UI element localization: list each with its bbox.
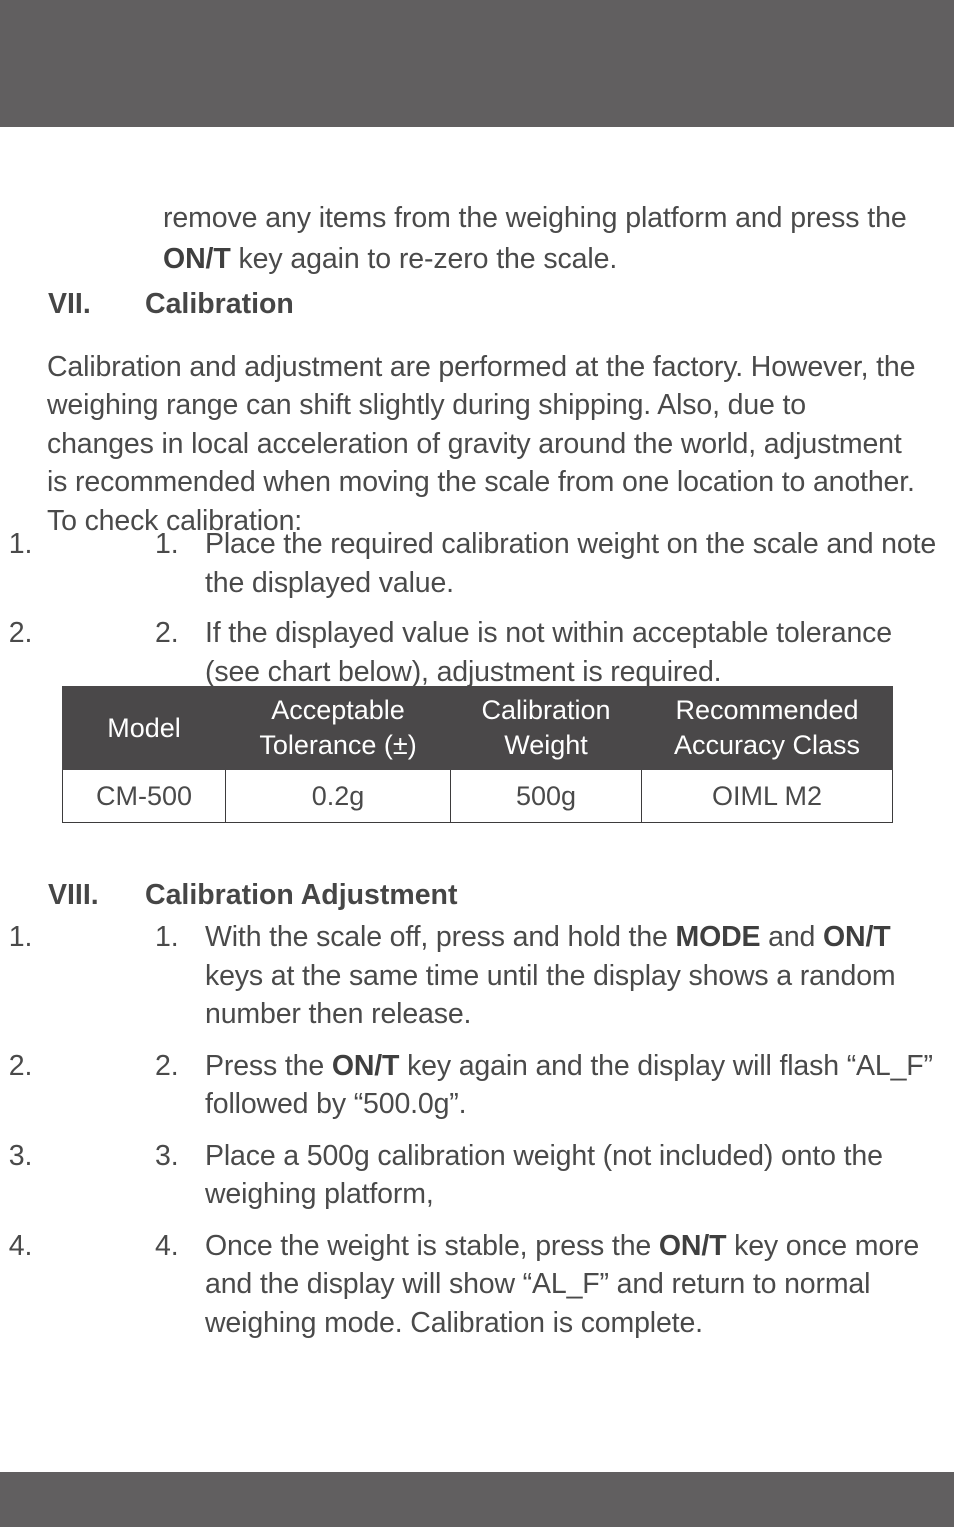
column-header-model: Model [62, 686, 226, 770]
list-item-text: Press the ON/T key again and the display… [205, 1047, 942, 1124]
page-content: remove any items from the weighing platf… [0, 127, 954, 1472]
table-header-row: Model Acceptable Tolerance (±) Calibrati… [62, 686, 893, 770]
list-marker: 1. [155, 528, 179, 560]
cell-acceptable-tolerance: 0.2g [225, 769, 451, 823]
calibration-spec-table: Model Acceptable Tolerance (±) Calibrati… [62, 686, 893, 823]
list-item: 2. If the displayed value is not within … [40, 614, 954, 691]
table-row: CM-500 0.2g 500g OIML M2 [62, 769, 893, 823]
continuation-text-before-bold: remove any items from the weighing platf… [163, 201, 907, 234]
list-item-text: If the displayed value is not within acc… [205, 617, 892, 688]
onoff-key-emphasis: ON/T [163, 242, 231, 275]
page-header-band [0, 0, 954, 127]
list-item-text: Place the required calibration weight on… [205, 528, 937, 599]
continuation-paragraph: remove any items from the weighing platf… [163, 198, 908, 280]
section-heading-calibration: VII. Calibration [48, 285, 294, 323]
list-marker: 1. [155, 921, 179, 953]
column-header-recommended-accuracy-class: Recommended Accuracy Class [641, 686, 893, 770]
list-item: 4. Once the weight is stable, press the … [40, 1227, 954, 1343]
column-header-calibration-weight: Calibration Weight [450, 686, 642, 770]
step-text-part: and [760, 921, 824, 953]
list-item: 1. Place the required calibration weight… [40, 525, 954, 602]
section-heading-calibration-adjustment: VIII. Calibration Adjustment [48, 876, 457, 914]
section-title-calibration-adjustment: Calibration Adjustment [145, 878, 458, 911]
section-numeral-viii: VIII. [48, 878, 99, 911]
list-item: 2. Press the ON/T key again and the disp… [40, 1047, 954, 1124]
onoff-key-emphasis: ON/T [658, 1229, 727, 1262]
step-text-part: Once the weight is stable, press the [205, 1229, 659, 1262]
cell-calibration-weight: 500g [450, 769, 642, 823]
page-footer-band [0, 1472, 954, 1527]
section-title-calibration: Calibration [145, 287, 294, 320]
step-text-part: With the scale off, press and hold the [205, 921, 676, 953]
list-item: 1. With the scale off, press and hold th… [40, 918, 954, 1034]
calibration-check-steps: 1. Place the required calibration weight… [0, 525, 954, 691]
list-marker: 4. [155, 1229, 179, 1262]
mode-key-emphasis: MODE [675, 921, 761, 953]
list-item: 3. Place a 500g calibration weight (not … [40, 1137, 954, 1214]
column-header-acceptable-tolerance: Acceptable Tolerance (±) [225, 686, 451, 770]
cell-model: CM-500 [62, 769, 226, 823]
step-text-part: keys at the same time until the display … [205, 959, 896, 1031]
onoff-key-emphasis: ON/T [331, 1049, 400, 1082]
section-numeral-vii: VII. [48, 287, 91, 320]
calibration-lead-paragraph: Calibration and adjustment are performed… [47, 350, 916, 537]
list-item-text: Once the weight is stable, press the ON/… [205, 1227, 942, 1343]
list-marker: 2. [155, 617, 179, 649]
cell-recommended-accuracy-class: OIML M2 [641, 769, 893, 823]
list-marker: 2. [155, 1049, 179, 1082]
continuation-text-after-bold: key again to re-zero the scale. [230, 242, 618, 275]
calibration-adjustment-steps: 1. With the scale off, press and hold th… [0, 918, 954, 1355]
onoff-key-emphasis: ON/T [823, 921, 891, 953]
list-item-text: Place a 500g calibration weight (not inc… [205, 1139, 883, 1211]
step-text-part: Press the [205, 1049, 332, 1082]
list-item-text: With the scale off, press and hold the M… [205, 918, 942, 1034]
list-marker: 3. [155, 1139, 179, 1172]
